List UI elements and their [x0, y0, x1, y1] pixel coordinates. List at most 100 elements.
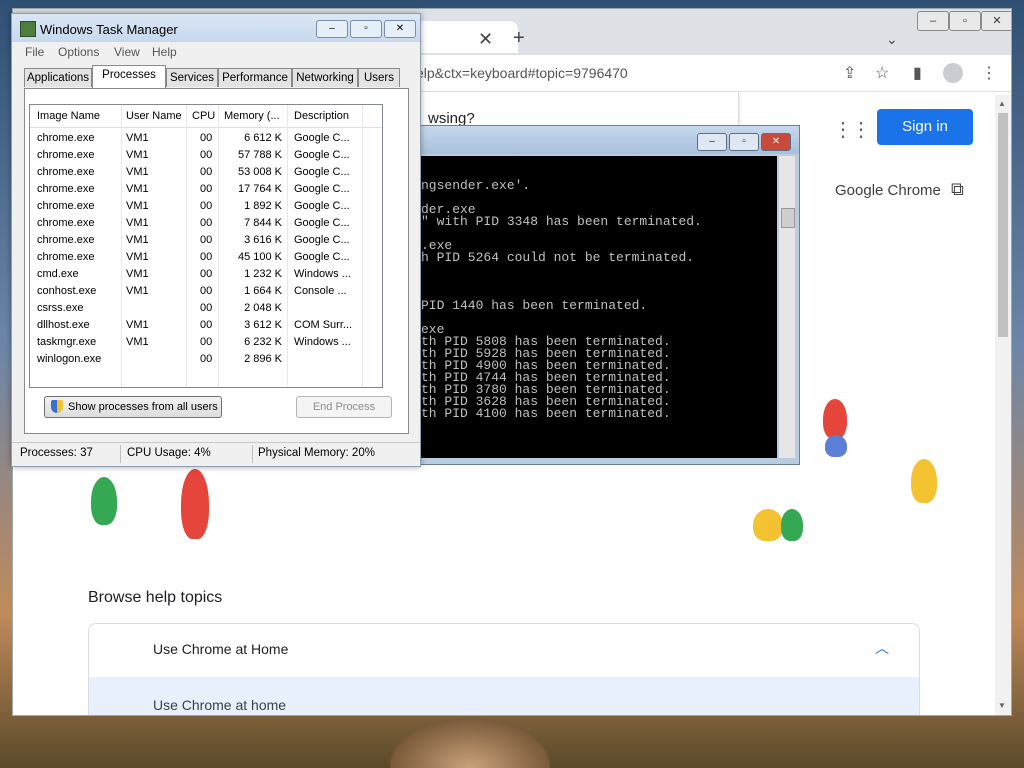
table-row[interactable]: chrome.exe VM1 00 3 616 K Google C...	[30, 231, 382, 248]
cell-cpu: 00	[200, 166, 213, 178]
column-memory[interactable]: Memory (...	[224, 110, 280, 122]
tab-applications[interactable]: Applications	[24, 68, 92, 87]
menu-help[interactable]: Help	[152, 45, 177, 59]
chrome-maximize-button[interactable]: ▫	[949, 11, 981, 31]
cell-user-name: VM1	[126, 166, 149, 178]
column-user-name[interactable]: User Name	[126, 110, 182, 122]
end-process-button[interactable]: End Process	[296, 396, 392, 418]
tab-search-chevron-icon[interactable]: ⌄	[886, 31, 898, 48]
scroll-down-arrow-icon[interactable]: ▼	[998, 701, 1006, 710]
cell-image-name: chrome.exe	[37, 200, 95, 212]
menu-file[interactable]: File	[25, 45, 44, 59]
chevron-up-icon[interactable]: ︿	[875, 638, 889, 658]
column-description[interactable]: Description	[294, 110, 349, 122]
cell-image-name: taskmgr.exe	[37, 336, 97, 348]
table-row[interactable]: chrome.exe VM1 00 6 612 K Google C...	[30, 129, 382, 146]
menu-options[interactable]: Options	[58, 45, 99, 59]
table-row[interactable]: dllhost.exe VM1 00 3 612 K COM Surr...	[30, 316, 382, 333]
cell-user-name: VM1	[126, 319, 149, 331]
process-list[interactable]: Image Name User Name CPU Memory (... Des…	[29, 104, 383, 388]
cell-user-name: VM1	[126, 268, 149, 280]
table-row[interactable]: chrome.exe VM1 00 45 100 K Google C...	[30, 248, 382, 265]
chrome-scrollbar[interactable]: ▲ ▼	[995, 95, 1011, 715]
cell-cpu: 00	[200, 251, 213, 263]
cell-cpu: 00	[200, 319, 213, 331]
accordion-heading[interactable]: Use Chrome at Home	[153, 641, 288, 657]
task-manager-window: Windows Task Manager – ▫ ✕ File Options …	[11, 13, 421, 467]
cell-memory: 1 664 K	[244, 285, 282, 297]
column-cpu[interactable]: CPU	[192, 110, 215, 122]
cmd-output: ngsender.exe'. der.exe " with PID 3348 has…	[421, 179, 702, 420]
cell-memory: 3 616 K	[244, 234, 282, 246]
tab-processes[interactable]: Processes	[92, 65, 166, 88]
cmd-maximize-button[interactable]: ▫	[729, 133, 759, 151]
cmd-close-button[interactable]: ✕	[761, 133, 791, 151]
cell-image-name: chrome.exe	[37, 166, 95, 178]
cmd-titlebar[interactable]: – ▫ ✕	[401, 126, 799, 154]
tm-maximize-button[interactable]: ▫	[350, 20, 382, 38]
google-chrome-label[interactable]: Google Chrome	[835, 182, 941, 199]
table-row[interactable]: csrss.exe 00 2 048 K	[30, 299, 382, 316]
bookmark-star-icon[interactable]: ☆	[875, 63, 889, 83]
show-all-processes-button[interactable]: Show processes from all users	[44, 396, 222, 418]
cell-memory: 6 232 K	[244, 336, 282, 348]
illustration-person-red	[823, 399, 847, 439]
tab-networking[interactable]: Networking	[292, 68, 358, 87]
tab-services[interactable]: Services	[166, 68, 218, 87]
tm-titlebar[interactable]: Windows Task Manager – ▫ ✕	[12, 14, 420, 42]
cell-image-name: winlogon.exe	[37, 353, 102, 365]
tm-minimize-button[interactable]: –	[316, 20, 348, 38]
share-icon[interactable]: ⇪	[843, 63, 856, 83]
tm-menubar: File Options View Help	[12, 42, 420, 62]
scroll-up-arrow-icon[interactable]: ▲	[998, 99, 1006, 108]
table-row[interactable]: chrome.exe VM1 00 7 844 K Google C...	[30, 214, 382, 231]
cmd-line: h PID 5264 could not be terminated.	[421, 250, 695, 265]
cell-image-name: cmd.exe	[37, 268, 79, 280]
chrome-menu-icon[interactable]: ⋮	[981, 63, 997, 83]
new-tab-icon[interactable]: +	[513, 27, 525, 50]
cell-cpu: 00	[200, 149, 213, 161]
table-row[interactable]: conhost.exe VM1 00 1 664 K Console ...	[30, 282, 382, 299]
menu-view[interactable]: View	[114, 45, 140, 59]
table-row[interactable]: chrome.exe VM1 00 57 788 K Google C...	[30, 146, 382, 163]
table-row[interactable]: taskmgr.exe VM1 00 6 232 K Windows ...	[30, 333, 382, 350]
cmd-scrollbar[interactable]	[779, 156, 795, 458]
accordion-item-label[interactable]: Use Chrome at home	[153, 697, 286, 713]
cell-user-name: VM1	[126, 132, 149, 144]
browse-help-topics-heading: Browse help topics	[88, 589, 223, 606]
table-row[interactable]: cmd.exe VM1 00 1 232 K Windows ...	[30, 265, 382, 282]
cell-memory: 45 100 K	[237, 251, 282, 263]
tm-close-button[interactable]: ✕	[384, 20, 416, 38]
column-image-name[interactable]: Image Name	[37, 110, 100, 122]
table-row[interactable]: chrome.exe VM1 00 1 892 K Google C...	[30, 197, 382, 214]
cell-user-name: VM1	[126, 285, 149, 297]
sign-in-button[interactable]: Sign in	[877, 109, 973, 145]
tab-performance[interactable]: Performance	[218, 68, 292, 87]
tab-users[interactable]: Users	[358, 68, 400, 87]
cell-description: Google C...	[294, 132, 350, 144]
cell-description: Google C...	[294, 251, 350, 263]
cmd-scrollbar-thumb[interactable]	[781, 208, 795, 228]
table-row[interactable]: winlogon.exe 00 2 896 K	[30, 350, 382, 367]
side-panel-icon[interactable]: ▮	[913, 63, 922, 83]
accordion-item[interactable]: Use Chrome at home	[89, 677, 919, 715]
cell-description: Windows ...	[294, 336, 351, 348]
cmd-console[interactable]: ngsender.exe'. der.exe " with PID 3348 has…	[407, 156, 777, 458]
cmd-line	[421, 276, 702, 288]
cell-image-name: chrome.exe	[37, 183, 95, 195]
scrollbar-thumb[interactable]	[998, 113, 1008, 337]
cell-memory: 2 896 K	[244, 353, 282, 365]
table-row[interactable]: chrome.exe VM1 00 17 764 K Google C...	[30, 180, 382, 197]
table-row[interactable]: chrome.exe VM1 00 53 008 K Google C...	[30, 163, 382, 180]
chrome-close-button[interactable]: ✕	[981, 11, 1011, 31]
cell-cpu: 00	[200, 183, 213, 195]
external-link-icon[interactable]: ⧉	[951, 179, 964, 200]
chrome-minimize-button[interactable]: –	[917, 11, 949, 31]
url-text[interactable]: elp&ctx=keyboard#topic=9796470	[416, 65, 628, 81]
cell-user-name: VM1	[126, 336, 149, 348]
chrome-tab-active[interactable]	[408, 21, 518, 53]
profile-avatar[interactable]	[943, 63, 963, 83]
cell-description: Google C...	[294, 200, 350, 212]
tab-close-icon[interactable]: ✕	[478, 29, 493, 50]
cmd-minimize-button[interactable]: –	[697, 133, 727, 151]
